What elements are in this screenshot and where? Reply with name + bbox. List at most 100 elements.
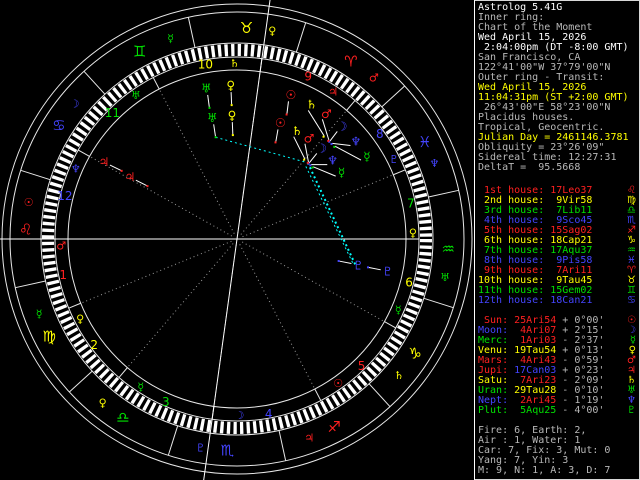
- house-ruler-glyph-12: ♆: [71, 162, 81, 175]
- inner-dot-jupiter: [146, 185, 149, 188]
- house-ruler-glyph-8: ♇: [389, 153, 399, 166]
- house-number-10: 10: [198, 58, 213, 72]
- sign-ruler-mars-glyph: ♂: [369, 72, 379, 85]
- house-number-5: 5: [358, 359, 366, 373]
- transit-dot-uranus: [208, 106, 211, 109]
- house-ruler-glyph-2: ♀: [76, 313, 84, 326]
- sign-ruler-mercury-glyph: ☿: [36, 308, 43, 321]
- house-number-2: 2: [90, 338, 98, 352]
- sign-glyph-virgo: ♍: [42, 328, 55, 346]
- sign-glyph-libra: ♎: [116, 409, 129, 427]
- transit-planet-glyph-neptune: ♆: [350, 134, 361, 148]
- house-number-3: 3: [162, 395, 170, 409]
- inner-pointer-venus: [231, 122, 234, 135]
- planet-row-glyph: ♇: [627, 405, 636, 416]
- sign-ruler-venus-glyph: ♀: [99, 396, 107, 409]
- astrolog-window: ♈ ♉ ♊ ♋ ♌ ♍ ♎ ♏ ♐ ♑ ♒ ♓ ♂ ♀ ☿ ☽ ☉ ☿ ♀ ♇ ♃ ♄ ♅ ♆ 1 ♂ 2 ♀ 3 ☿ 4 ☽ 5 ☉ 6 ☿ 7 ♀ 8 ♇…: [0, 0, 640, 480]
- inner-planet-glyph-neptune: ♆: [327, 153, 338, 167]
- sign-ruler-sun-glyph: ☉: [24, 196, 34, 209]
- inner-planet-glyph-uranus: ♅: [207, 111, 218, 125]
- info-line: DeltaT = 95.5668: [478, 162, 581, 173]
- transit-dot-jupiter: [120, 169, 123, 172]
- summary-line: M: 9, N: 1, A: 3, D: 7: [478, 465, 611, 476]
- house-ruler-glyph-1: ♂: [56, 240, 66, 253]
- inner-dot-venus: [231, 134, 234, 137]
- sign-ruler-pluto-glyph: ♇: [196, 441, 206, 454]
- house-ruler-glyph-11: ♅: [131, 89, 141, 102]
- transit-planet-glyph-saturn: ♄: [306, 98, 317, 112]
- sign-glyph-aquarius: ♒: [442, 240, 455, 258]
- transit-planet-glyph-moon: ☽: [337, 120, 348, 134]
- transit-planet-glyph-mars: ♂: [321, 107, 332, 121]
- house-ruler-glyph-5: ☉: [333, 377, 343, 390]
- inner-planet-glyph-sun: ☉: [275, 116, 286, 130]
- planet-list: Sun: 25Ari54 + 0°00' ☉ Moon: 4Ari07 + 2°15…: [475, 316, 640, 416]
- sign-glyph-pisces: ♓: [418, 133, 431, 151]
- transit-planet-glyph-mercury: ☿: [363, 150, 370, 164]
- sign-glyph-cancer: ♋: [52, 116, 65, 134]
- inner-planet-glyph-jupiter: ♃: [124, 170, 135, 184]
- inner-planet-glyph-mars: ♂: [304, 131, 315, 145]
- house-number-6: 6: [405, 276, 413, 290]
- transit-dot-neptune: [330, 143, 333, 146]
- sign-glyph-scorpio: ♏: [221, 442, 235, 460]
- house-number-9: 9: [304, 70, 312, 84]
- transit-pointer-venus: [230, 92, 233, 105]
- sign-glyph-capricorn: ♑: [408, 344, 421, 362]
- inner-planet-glyph-saturn: ♄: [292, 124, 303, 138]
- transit-planet-glyph-uranus: ♅: [201, 81, 212, 95]
- inner-planet-glyph-mercury: ☿: [338, 166, 345, 180]
- inner-planet-glyph-moon: ☽: [316, 142, 327, 156]
- transit-dot-sun: [285, 113, 288, 116]
- transit-dot-pluto: [366, 266, 369, 269]
- house-row: 12th house: 18Can21 ♋: [478, 295, 636, 306]
- element-summary: Fire: 6, Earth: 2, Air : 1, Water: 1 Car: …: [475, 426, 640, 476]
- transit-dot-saturn: [322, 135, 325, 138]
- chart-info-block: Astrolog 5.41G Inner ring: Chart of the Mo…: [475, 3, 640, 173]
- chart-wheel-area: ♈ ♉ ♊ ♋ ♌ ♍ ♎ ♏ ♐ ♑ ♒ ♓ ♂ ♀ ☿ ☽ ☉ ☿ ♀ ♇ ♃ ♄ ♅ ♆ 1 ♂ 2 ♀ 3 ☿ 4 ☽ 5 ☉ 6 ☿ 7 ♀ 8 ♇…: [0, 0, 474, 480]
- inner-dot-uranus: [214, 136, 217, 139]
- transit-planet-glyph-sun: ☉: [286, 88, 297, 102]
- sign-ruler-venus-glyph: ♀: [268, 24, 276, 37]
- transit-planet-glyph-venus: ♀: [226, 78, 235, 92]
- house-row-glyph: ♋: [627, 295, 636, 306]
- house-ruler-glyph-6: ☿: [395, 304, 402, 317]
- house-number-1: 1: [59, 268, 67, 282]
- house-ruler-glyph-4: ☽: [234, 409, 244, 422]
- inner-dot-mercury: [311, 166, 314, 169]
- inner-dot-neptune: [309, 164, 312, 167]
- inner-dot-pluto: [337, 259, 340, 262]
- house-number-4: 4: [265, 407, 273, 421]
- house-ruler-glyph-7: ♀: [409, 226, 417, 239]
- inner-dot-sun: [274, 141, 277, 144]
- sign-glyph-taurus: ♉: [240, 19, 253, 37]
- sign-glyph-leo: ♌: [19, 221, 32, 239]
- inner-dot-saturn: [303, 158, 306, 161]
- sign-ruler-neptune-glyph: ♆: [430, 157, 440, 170]
- house-ruler-glyph-9: ♃: [328, 86, 338, 99]
- inner-planet-glyph-venus: ♀: [228, 108, 237, 122]
- transit-planet-glyph-pluto: ♇: [382, 265, 393, 279]
- house-number-11: 11: [105, 106, 120, 120]
- info-panel: Astrolog 5.41G Inner ring: Chart of the Mo…: [474, 0, 640, 480]
- transit-dot-venus: [230, 104, 233, 107]
- transit-dot-mars: [327, 139, 330, 142]
- sign-ruler-moon-glyph: ☽: [70, 98, 80, 111]
- transit-dot-mercury: [333, 145, 336, 148]
- house-number-12: 12: [57, 189, 72, 203]
- transit-planet-glyph-jupiter: ♃: [99, 155, 110, 169]
- inner-planet-glyph-pluto: ♇: [353, 258, 364, 272]
- sign-ruler-mercury-glyph: ☿: [167, 32, 174, 45]
- house-list: 1st house: 17Leo37 ♌ 2nd house: 9Vir58 ♍ 3…: [475, 186, 640, 306]
- sign-ruler-saturn-glyph: ♄: [394, 369, 404, 382]
- inner-dot-mars: [306, 161, 309, 164]
- chart-wheel: ♈ ♉ ♊ ♋ ♌ ♍ ♎ ♏ ♐ ♑ ♒ ♓ ♂ ♀ ☿ ☽ ☉ ☿ ♀ ♇ ♃ ♄ ♅ ♆ 1 ♂ 2 ♀ 3 ☿ 4 ☽ 5 ☉ 6 ☿ 7 ♀ 8 ♇…: [0, 0, 474, 480]
- sign-ruler-jupiter-glyph: ♃: [304, 432, 314, 445]
- planet-row: Plut: 5Aqu25 - 4°00' ♇: [478, 405, 636, 416]
- sign-glyph-gemini: ♊: [133, 43, 146, 61]
- house-number-8: 8: [376, 127, 384, 141]
- sign-glyph-sagittarius: ♐: [328, 418, 341, 436]
- house-number-7: 7: [407, 196, 415, 210]
- sign-ruler-uranus-glyph: ♅: [440, 271, 450, 284]
- house-ruler-glyph-10: ♄: [230, 57, 240, 70]
